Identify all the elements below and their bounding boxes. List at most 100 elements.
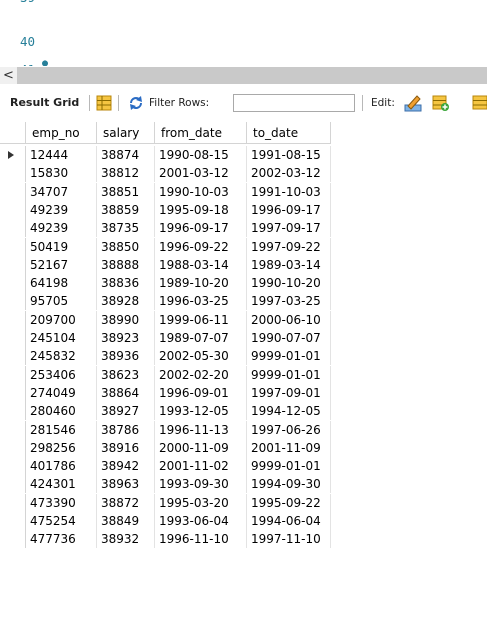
cell-from-date[interactable]: 2000-11-09 xyxy=(155,438,247,457)
edit-pencil-icon[interactable] xyxy=(404,94,422,112)
cell-to-date[interactable]: 1996-09-17 xyxy=(247,200,331,219)
row-marker[interactable] xyxy=(0,402,26,421)
cell-from-date[interactable]: 1993-06-04 xyxy=(155,512,247,530)
cell-from-date[interactable]: 2001-03-12 xyxy=(155,164,247,183)
cell-emp-no[interactable]: 34707 xyxy=(26,182,97,201)
row-marker[interactable] xyxy=(0,493,26,512)
cell-to-date[interactable]: 1994-12-05 xyxy=(247,402,331,421)
cell-emp-no[interactable]: 298256 xyxy=(26,438,97,457)
cell-to-date[interactable]: 1997-09-17 xyxy=(247,219,331,238)
table-row[interactable]: 477736 38932 1996-11-10 1997-11-10 xyxy=(0,530,487,549)
cell-from-date[interactable]: 1996-11-10 xyxy=(155,530,247,549)
table-row[interactable]: 298256 38916 2000-11-09 2001-11-09 xyxy=(0,438,487,457)
cell-from-date[interactable]: 1995-09-18 xyxy=(155,200,247,219)
cell-to-date[interactable]: 1997-09-01 xyxy=(247,383,331,402)
editor-line-40[interactable]: 40 ● SELECT * FROM SALARIES WHERE SALARY… xyxy=(0,9,487,66)
cell-emp-no[interactable]: 50419 xyxy=(26,237,97,256)
table-row[interactable]: 424301 38963 1993-09-30 1994-09-30 xyxy=(0,475,487,494)
row-marker[interactable] xyxy=(0,292,26,311)
grid-toggle-icon[interactable] xyxy=(96,95,112,111)
cell-from-date[interactable]: 1989-10-20 xyxy=(155,274,247,293)
cell-to-date[interactable]: 1991-10-03 xyxy=(247,182,331,201)
cell-from-date[interactable]: 1988-03-14 xyxy=(155,255,247,274)
row-marker[interactable] xyxy=(0,310,26,329)
cell-to-date[interactable]: 1994-09-30 xyxy=(247,475,331,494)
cell-to-date[interactable]: 1989-03-14 xyxy=(247,255,331,274)
cell-emp-no[interactable]: 401786 xyxy=(26,457,97,476)
cell-salary[interactable]: 38942 xyxy=(97,457,155,476)
cell-to-date[interactable]: 1990-07-07 xyxy=(247,329,331,347)
table-row[interactable]: 15830 38812 2001-03-12 2002-03-12 xyxy=(0,164,487,183)
table-row[interactable]: 274049 38864 1996-09-01 1997-09-01 xyxy=(0,383,487,402)
table-row[interactable]: 34707 38851 1990-10-03 1991-10-03 xyxy=(0,182,487,201)
column-header-emp-no[interactable]: emp_no xyxy=(26,122,97,144)
row-marker[interactable] xyxy=(0,182,26,201)
column-header-to-date[interactable]: to_date xyxy=(247,122,331,144)
row-marker[interactable] xyxy=(0,475,26,494)
cell-emp-no[interactable]: 281546 xyxy=(26,420,97,439)
row-marker[interactable] xyxy=(0,146,26,164)
row-marker[interactable] xyxy=(0,438,26,457)
delete-row-icon[interactable] xyxy=(472,94,487,112)
cell-salary[interactable]: 38859 xyxy=(97,200,155,219)
cell-from-date[interactable]: 2002-05-30 xyxy=(155,347,247,366)
cell-from-date[interactable]: 1996-09-17 xyxy=(155,219,247,238)
cell-salary[interactable]: 38849 xyxy=(97,512,155,530)
cell-from-date[interactable]: 1999-06-11 xyxy=(155,310,247,329)
cell-salary[interactable]: 38872 xyxy=(97,493,155,512)
cell-emp-no[interactable]: 280460 xyxy=(26,402,97,421)
scrollbar-track[interactable] xyxy=(17,67,487,84)
table-row[interactable]: 49239 38735 1996-09-17 1997-09-17 xyxy=(0,219,487,238)
cell-from-date[interactable]: 1989-07-07 xyxy=(155,329,247,347)
cell-to-date[interactable]: 1991-08-15 xyxy=(247,146,331,164)
row-marker[interactable] xyxy=(0,530,26,549)
table-row[interactable]: 401786 38942 2001-11-02 9999-01-01 xyxy=(0,457,487,476)
cell-from-date[interactable]: 1993-09-30 xyxy=(155,475,247,494)
row-marker[interactable] xyxy=(0,200,26,219)
cell-to-date[interactable]: 1997-11-10 xyxy=(247,530,331,549)
row-marker[interactable] xyxy=(0,237,26,256)
cell-to-date[interactable]: 2002-03-12 xyxy=(247,164,331,183)
table-row[interactable]: 245832 38936 2002-05-30 9999-01-01 xyxy=(0,347,487,366)
column-header-salary[interactable]: salary xyxy=(97,122,155,144)
table-row[interactable]: 281546 38786 1996-11-13 1997-06-26 xyxy=(0,420,487,439)
table-row[interactable]: 12444 38874 1990-08-15 1991-08-15 xyxy=(0,146,487,164)
row-marker[interactable] xyxy=(0,365,26,384)
row-marker[interactable] xyxy=(0,383,26,402)
cell-salary[interactable]: 38623 xyxy=(97,365,155,384)
cell-to-date[interactable]: 9999-01-01 xyxy=(247,365,331,384)
table-row[interactable]: 209700 38990 1999-06-11 2000-06-10 xyxy=(0,310,487,329)
cell-salary[interactable]: 38923 xyxy=(97,329,155,347)
cell-to-date[interactable]: 9999-01-01 xyxy=(247,457,331,476)
cell-emp-no[interactable]: 245832 xyxy=(26,347,97,366)
cell-to-date[interactable]: 9999-01-01 xyxy=(247,347,331,366)
cell-to-date[interactable]: 1990-10-20 xyxy=(247,274,331,293)
cell-salary[interactable]: 38916 xyxy=(97,438,155,457)
cell-emp-no[interactable]: 475254 xyxy=(26,512,97,530)
cell-emp-no[interactable]: 473390 xyxy=(26,493,97,512)
row-marker[interactable] xyxy=(0,255,26,274)
cell-from-date[interactable]: 1993-12-05 xyxy=(155,402,247,421)
editor-horizontal-scrollbar[interactable]: < xyxy=(0,67,487,84)
cell-salary[interactable]: 38812 xyxy=(97,164,155,183)
cell-emp-no[interactable]: 49239 xyxy=(26,200,97,219)
cell-emp-no[interactable]: 49239 xyxy=(26,219,97,238)
cell-salary[interactable]: 38936 xyxy=(97,347,155,366)
row-marker[interactable] xyxy=(0,164,26,183)
column-header-from-date[interactable]: from_date xyxy=(155,122,247,144)
table-row[interactable]: 245104 38923 1989-07-07 1990-07-07 xyxy=(0,329,487,347)
cell-salary[interactable]: 38963 xyxy=(97,475,155,494)
row-marker[interactable] xyxy=(0,274,26,293)
cell-to-date[interactable]: 1994-06-04 xyxy=(247,512,331,530)
cell-from-date[interactable]: 2002-02-20 xyxy=(155,365,247,384)
result-grid-tab[interactable]: Result Grid xyxy=(10,91,79,115)
cell-to-date[interactable]: 1997-03-25 xyxy=(247,292,331,311)
cell-from-date[interactable]: 1990-08-15 xyxy=(155,146,247,164)
cell-to-date[interactable]: 1995-09-22 xyxy=(247,493,331,512)
cell-emp-no[interactable]: 52167 xyxy=(26,255,97,274)
cell-emp-no[interactable]: 12444 xyxy=(26,146,97,164)
cell-salary[interactable]: 38990 xyxy=(97,310,155,329)
row-marker[interactable] xyxy=(0,512,26,530)
row-marker[interactable] xyxy=(0,329,26,347)
table-row[interactable]: 64198 38836 1989-10-20 1990-10-20 xyxy=(0,274,487,293)
